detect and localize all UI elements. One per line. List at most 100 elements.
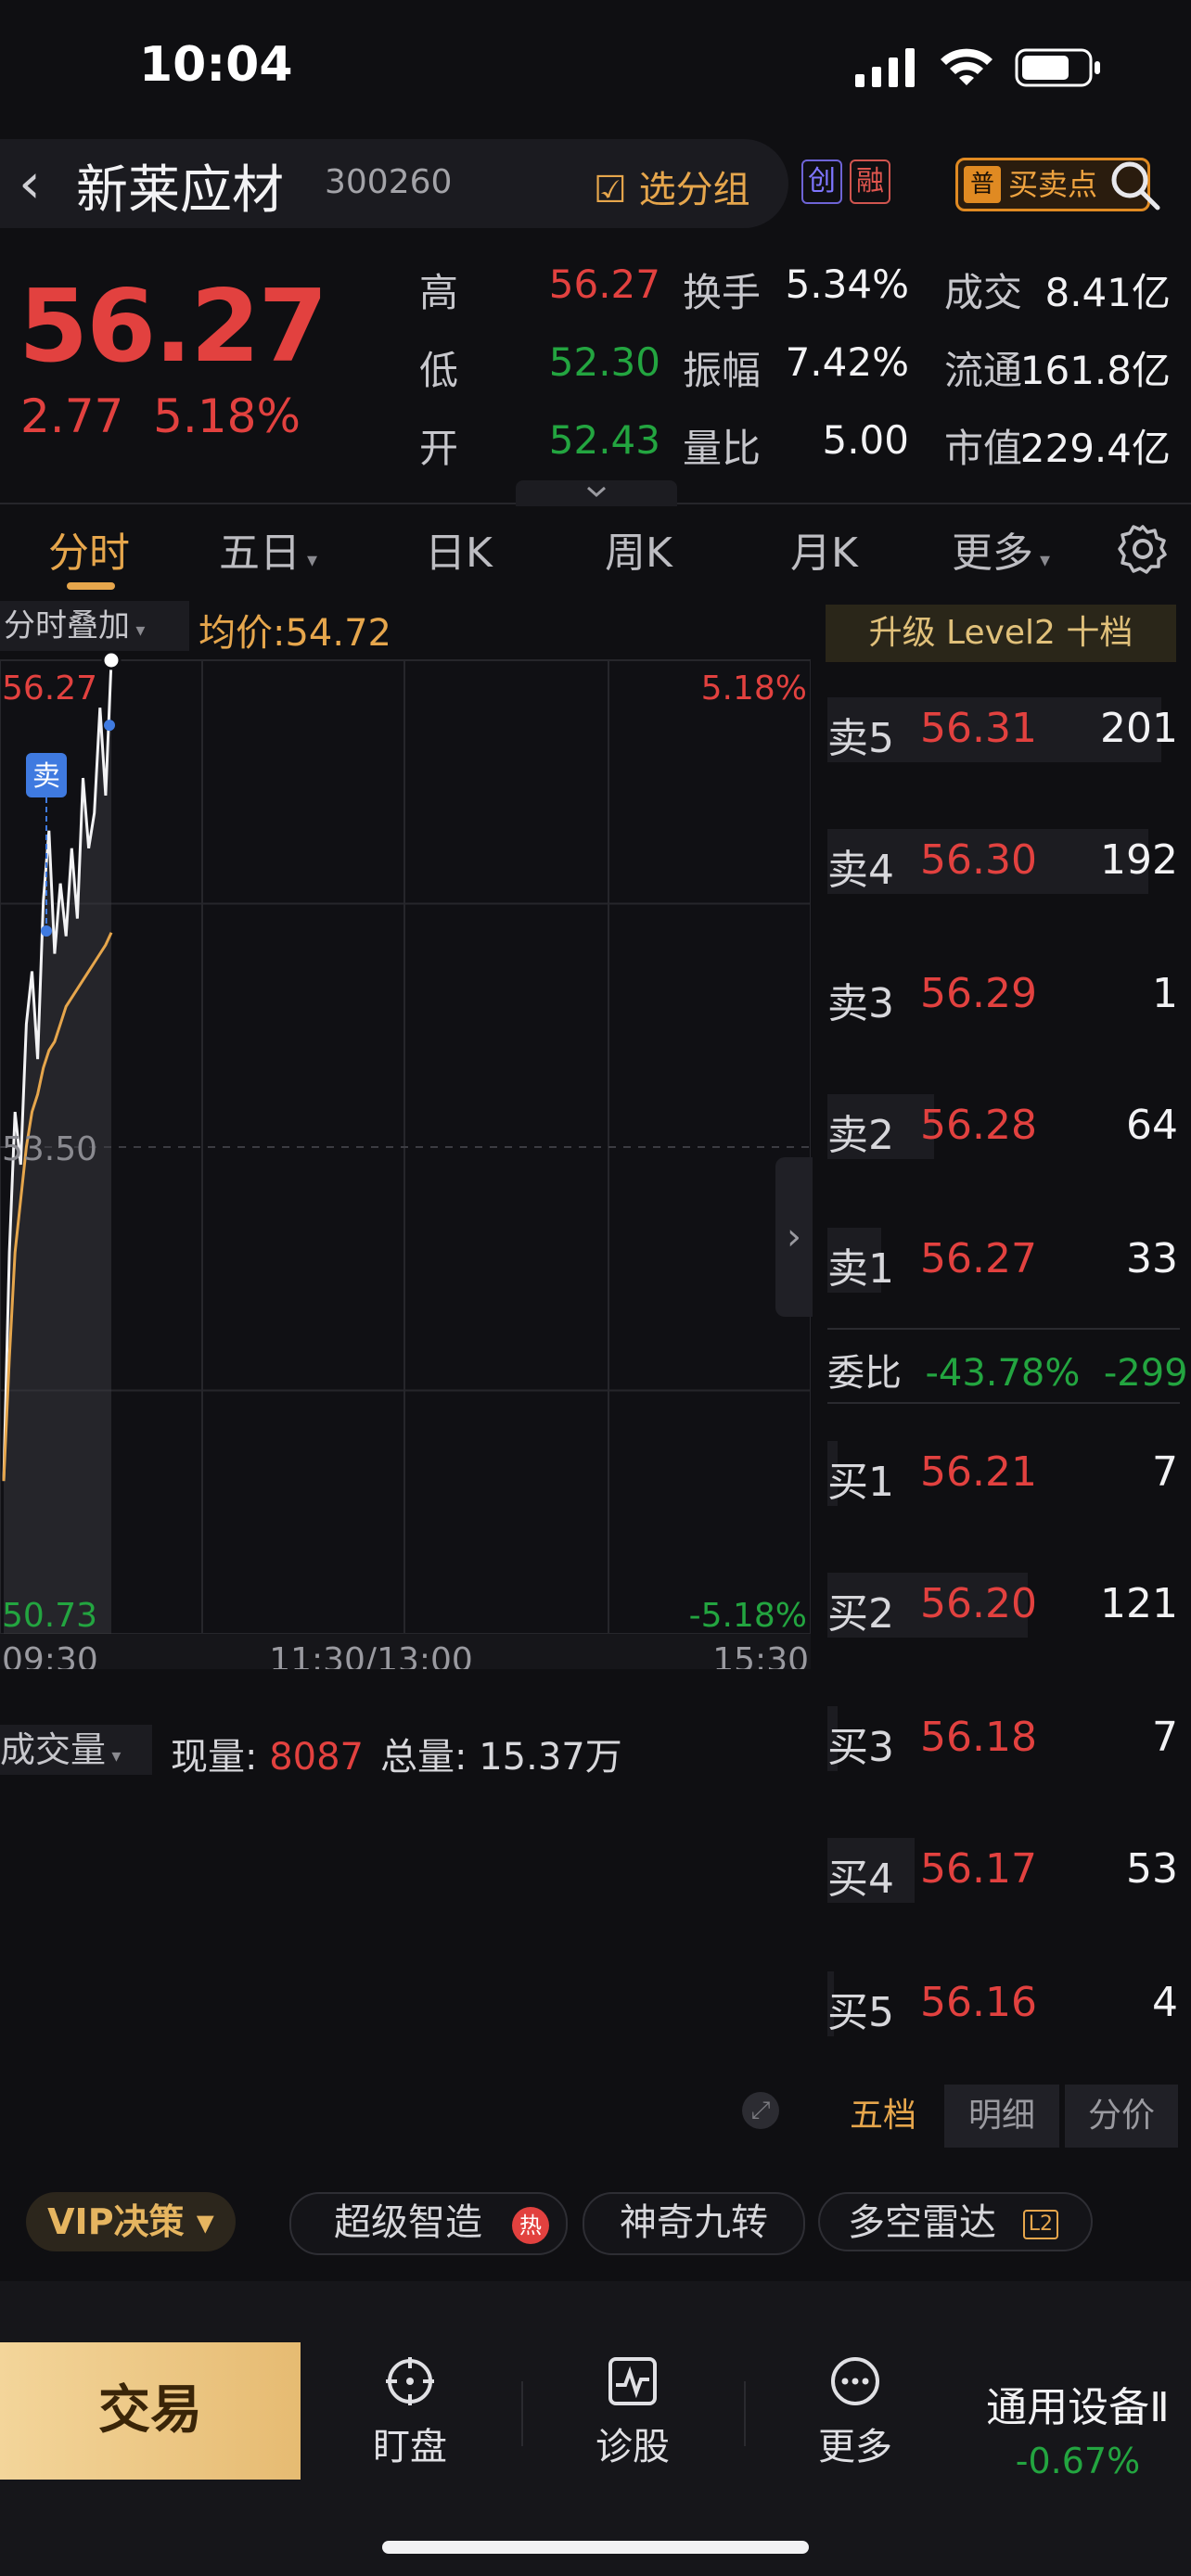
- total-volume: 总量: 15.37万: [380, 1727, 622, 1780]
- trade-button[interactable]: 交易: [0, 2342, 301, 2480]
- tab-more[interactable]: 更多 ▾: [952, 519, 1050, 579]
- y-tick-label: 53.50: [2, 1130, 97, 1168]
- sector-name: 通用设备Ⅱ: [986, 2384, 1170, 2431]
- signal-label: 买卖点: [1008, 167, 1098, 202]
- volume-label: 成交量: [0, 1729, 107, 1770]
- level-price: 56.28: [920, 1102, 1037, 1149]
- order-book-row[interactable]: 卖1 56.27 33: [827, 1228, 1178, 1293]
- price-change: 2.77 5.18%: [20, 389, 301, 443]
- y-tick-label: 50.73: [2, 1597, 97, 1635]
- sector-index[interactable]: 通用设备Ⅱ -0.67%: [965, 2374, 1191, 2481]
- avg-value: 54.72: [285, 612, 391, 655]
- nav-diagnose[interactable]: 诊股: [558, 2355, 707, 2470]
- nav-watch[interactable]: 盯盘: [336, 2355, 484, 2470]
- commission-ratio: 委比 -43.78% -299: [827, 1343, 1188, 1396]
- chevron-right-icon[interactable]: ›: [775, 1157, 813, 1317]
- stat-value: 5.00: [822, 417, 909, 463]
- select-group-label: 选分组: [638, 169, 750, 211]
- level-quantity: 201: [1100, 705, 1178, 752]
- level-price: 56.18: [920, 1714, 1037, 1761]
- expand-quote-button[interactable]: [516, 480, 677, 506]
- pulse-icon: [608, 2357, 657, 2405]
- level-quantity: 7: [1152, 1448, 1178, 1496]
- level-price: 56.16: [920, 1979, 1037, 2026]
- nav-more[interactable]: 更多: [781, 2355, 929, 2470]
- tab-price-split[interactable]: 分价: [1065, 2085, 1178, 2148]
- overlay-label: 分时叠加: [4, 607, 130, 644]
- margin-tag: 融: [850, 159, 890, 204]
- tab-five-day[interactable]: 五日 ▾: [219, 519, 317, 579]
- commission-ratio-diff: -299: [1103, 1352, 1188, 1395]
- hot-badge: 热: [512, 2207, 549, 2244]
- search-icon[interactable]: [1109, 159, 1161, 211]
- stat-label: 高: [419, 270, 459, 315]
- overlay-selector[interactable]: 分时叠加 ▾: [0, 601, 189, 651]
- current-volume: 现量: 8087: [171, 1727, 364, 1780]
- chip-magic-nine[interactable]: 神奇九转: [583, 2192, 805, 2255]
- order-book-row[interactable]: 买2 56.20 121: [827, 1573, 1178, 1638]
- order-book-row[interactable]: 买1 56.21 7: [827, 1441, 1178, 1506]
- stat-label: 低: [419, 348, 459, 393]
- order-book-row[interactable]: 买5 56.16 4: [827, 1971, 1178, 2036]
- level-label: 买5: [827, 1989, 894, 2036]
- level-price: 56.27: [920, 1235, 1037, 1282]
- wifi-icon: [941, 48, 992, 85]
- order-book-row[interactable]: 卖5 56.31 201: [827, 697, 1178, 762]
- level-label: 买4: [827, 1855, 894, 1903]
- level-price: 56.21: [920, 1448, 1037, 1496]
- x-tick-label: 09:30: [2, 1641, 98, 1669]
- level-price: 56.17: [920, 1845, 1037, 1893]
- stat-value: 8.41亿: [1044, 270, 1171, 315]
- chip-label: 多空雷达: [848, 2201, 996, 2244]
- level-price: 56.20: [920, 1580, 1037, 1627]
- tab-monthly-k[interactable]: 月K: [790, 519, 858, 579]
- avg-label: 均价:: [198, 612, 286, 655]
- order-book-row[interactable]: 买3 56.18 7: [827, 1706, 1178, 1771]
- divider: [744, 2381, 746, 2446]
- tab-daily-k[interactable]: 日K: [425, 519, 493, 579]
- vip-label: VIP决策: [47, 2201, 185, 2242]
- sell-marker-dot: [104, 720, 115, 732]
- intraday-chart[interactable]: 卖 56.27 53.50 50.73 5.18% -5.18% 09:30 11:30/13…: [0, 593, 811, 1669]
- stat-value: 52.30: [548, 339, 660, 385]
- divider: [827, 1328, 1180, 1330]
- x-tick-label: 15:30: [712, 1641, 809, 1669]
- tab-weekly-k[interactable]: 周K: [605, 519, 672, 579]
- stock-name[interactable]: 新莱应材: [76, 148, 284, 223]
- level-quantity: 7: [1152, 1714, 1178, 1761]
- tab-intraday[interactable]: 分时: [48, 519, 130, 579]
- order-book-row[interactable]: 卖4 56.30 192: [827, 829, 1178, 894]
- back-icon[interactable]: ‹: [19, 147, 41, 221]
- chip-super-manufacture[interactable]: 超级智造 热: [289, 2192, 568, 2255]
- nav-more-label: 更多: [818, 2426, 892, 2468]
- chinext-tag: 创: [801, 159, 842, 204]
- tab-five-levels[interactable]: 五档: [827, 2085, 939, 2148]
- order-book-row[interactable]: 买4 56.17 53: [827, 1838, 1178, 1903]
- level-quantity: 121: [1100, 1580, 1178, 1627]
- tab-details[interactable]: 明细: [944, 2085, 1059, 2148]
- volume-selector[interactable]: 成交量 ▾: [0, 1725, 152, 1775]
- level-label: 卖3: [827, 980, 894, 1027]
- chevron-down-icon: [587, 486, 606, 498]
- level-quantity: 33: [1126, 1235, 1178, 1282]
- chip-bull-bear-radar[interactable]: 多空雷达 L2: [818, 2192, 1093, 2251]
- vip-decision-button[interactable]: VIP决策 ▾: [26, 2192, 236, 2251]
- nav-watch-label: 盯盘: [373, 2426, 447, 2468]
- tab-five-day-label: 五日: [219, 529, 301, 577]
- home-indicator[interactable]: [382, 2541, 809, 2554]
- stock-code: 300260: [325, 163, 453, 201]
- sell-marker-label: 卖: [32, 760, 60, 793]
- fullscreen-icon[interactable]: ⤢: [742, 2092, 779, 2129]
- cellular-signal-icon: [855, 48, 915, 87]
- level-label: 卖2: [827, 1112, 894, 1159]
- gear-icon[interactable]: [1117, 523, 1169, 575]
- select-group-button[interactable]: ☑ 选分组: [594, 159, 750, 213]
- order-book-row[interactable]: 卖3 56.29 1: [827, 963, 1178, 1027]
- stat-value: 229.4亿: [1019, 426, 1171, 471]
- order-book-row[interactable]: 卖2 56.28 64: [827, 1094, 1178, 1159]
- change-amount: 2.77: [20, 389, 124, 443]
- sector-change: -0.67%: [1015, 2441, 1141, 2481]
- upgrade-level2-button[interactable]: 升级 Level2 十档: [826, 605, 1176, 662]
- stat-value: 56.27: [548, 261, 660, 307]
- divider: [521, 2381, 523, 2446]
